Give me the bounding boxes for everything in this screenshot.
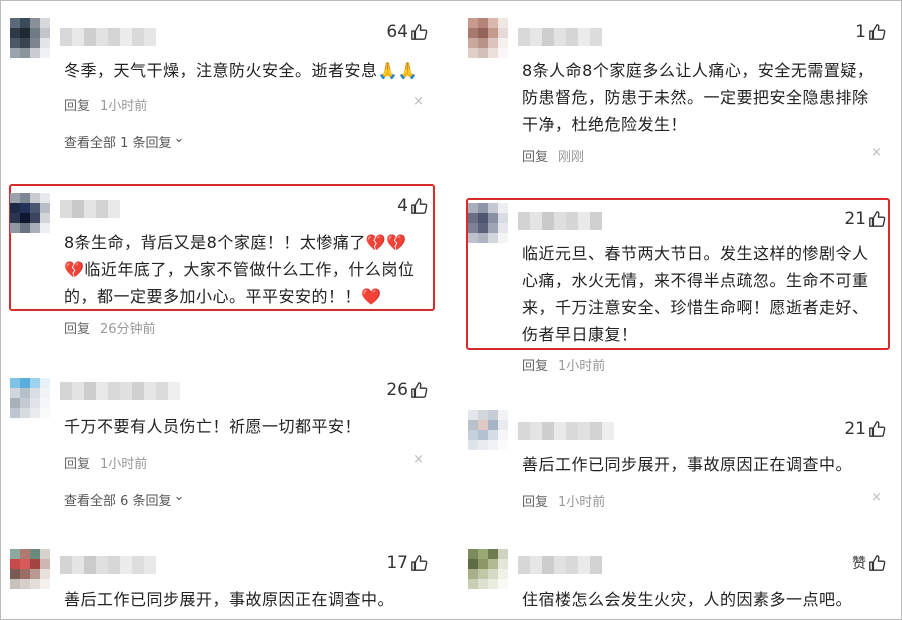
avatar[interactable] <box>468 549 508 589</box>
broken-heart-icon: 💔 <box>64 260 85 279</box>
like-count: 4 <box>397 196 408 216</box>
avatar[interactable] <box>10 18 50 58</box>
expand-replies-label: 查看全部 6 条回复 <box>64 494 172 509</box>
chevron-down-icon: ⌄ <box>173 489 185 504</box>
comment-text: 住宿楼怎么会发生火灾，人的因素多一点吧。 <box>522 590 853 609</box>
comment-meta: 回复 1小时前 <box>522 491 605 510</box>
thumbs-up-icon <box>869 24 886 40</box>
avatar[interactable] <box>468 18 508 58</box>
username[interactable] <box>518 212 602 230</box>
comment-text: 8条生命，背后又是8个家庭！！太惨痛了💔💔💔临近年底了，大家不管做什么工作，什么… <box>64 229 424 310</box>
avatar[interactable] <box>10 378 50 418</box>
avatar[interactable] <box>468 203 508 243</box>
comment-meta: 回复 1小时前 <box>64 453 147 472</box>
thumbs-up-icon <box>411 382 428 398</box>
comment-meta: 回复 1小时前 <box>64 95 147 114</box>
avatar[interactable] <box>10 193 50 233</box>
close-icon[interactable]: × <box>413 94 424 109</box>
username[interactable] <box>60 382 180 400</box>
expand-replies-link[interactable]: 查看全部 6 条回复 ⌄ <box>64 489 185 509</box>
avatar[interactable] <box>468 410 508 450</box>
like-label: 赞 <box>852 556 866 572</box>
username[interactable] <box>60 200 120 218</box>
comment-text: 善后工作已同步展开，事故原因正在调查中。 <box>522 455 853 474</box>
comment-text: 善后工作已同步展开，事故原因正在调查中。 <box>64 590 395 609</box>
thumbs-up-icon <box>411 24 428 40</box>
broken-heart-icon: 💔💔 <box>365 233 407 252</box>
username[interactable] <box>518 556 602 574</box>
like-count: 17 <box>386 553 408 573</box>
comment-meta: 回复 26分钟前 <box>64 318 156 337</box>
thumbs-up-icon <box>869 211 886 227</box>
expand-replies-label: 查看全部 1 条回复 <box>64 136 172 151</box>
like-button[interactable]: 64 <box>386 22 428 42</box>
like-button[interactable]: 4 <box>397 196 428 216</box>
like-count: 21 <box>844 209 866 229</box>
reply-button[interactable]: 回复 <box>522 355 548 374</box>
comment-time: 1小时前 <box>558 495 606 510</box>
thumbs-up-icon <box>411 555 428 571</box>
like-button[interactable]: 17 <box>386 553 428 573</box>
like-button[interactable]: 26 <box>386 380 428 400</box>
thumbs-up-icon <box>869 421 886 437</box>
comment-text-segment: 8条生命，背后又是8个家庭！！太惨痛了 <box>64 233 366 252</box>
comment-time: 1小时前 <box>100 99 148 114</box>
like-count: 64 <box>386 22 408 42</box>
avatar[interactable] <box>10 549 50 589</box>
thumbs-up-icon <box>411 198 428 214</box>
like-count: 26 <box>386 380 408 400</box>
close-icon[interactable]: × <box>871 145 882 160</box>
heart-icon: ❤️ <box>361 287 382 306</box>
comment-text: 千万不要有人员伤亡！祈愿一切都平安！ <box>64 417 362 436</box>
like-count: 21 <box>844 419 866 439</box>
like-button[interactable]: 21 <box>844 419 886 439</box>
comment-time: 26分钟前 <box>100 322 156 337</box>
username[interactable] <box>60 556 156 574</box>
comment-column-right: 1 8条人命8个家庭多么让人痛心，安全无需置疑，防患督危，防患于未然。一定要把安… <box>458 0 898 620</box>
reply-button[interactable]: 回复 <box>522 491 548 510</box>
like-button[interactable]: 1 <box>855 22 886 42</box>
like-count: 1 <box>855 22 866 42</box>
close-icon[interactable]: × <box>413 452 424 467</box>
comment-meta: 回复 1小时前 <box>522 355 605 374</box>
thumbs-up-icon <box>869 555 886 571</box>
comment-time: 1小时前 <box>100 457 148 472</box>
comment-column-left: 64 冬季，天气干燥，注意防火安全。逝者安息🙏🙏 回复 1小时前 × 查看全部 … <box>0 0 440 620</box>
comment-time: 刚刚 <box>558 150 585 165</box>
reply-button[interactable]: 回复 <box>64 318 90 337</box>
reply-button[interactable]: 回复 <box>522 146 548 165</box>
like-button[interactable]: 21 <box>844 209 886 229</box>
like-button[interactable]: 赞 <box>852 553 886 573</box>
comment-time: 1小时前 <box>558 359 606 374</box>
comment-text: 8条人命8个家庭多么让人痛心，安全无需置疑，防患督危，防患于未然。一定要把安全隐… <box>522 61 874 134</box>
close-icon[interactable]: × <box>871 490 882 505</box>
comment-text: 冬季，天气干燥，注意防火安全。逝者安息🙏🙏 <box>64 61 419 80</box>
chevron-down-icon: ⌄ <box>173 131 185 146</box>
username[interactable] <box>60 28 156 46</box>
expand-replies-link[interactable]: 查看全部 1 条回复 ⌄ <box>64 131 185 151</box>
username[interactable] <box>518 422 614 440</box>
username[interactable] <box>518 28 602 46</box>
comment-text: 临近元旦、春节两大节日。发生这样的惨剧令人心痛，水火无情，来不得半点疏忽。生命不… <box>522 244 869 344</box>
reply-button[interactable]: 回复 <box>64 95 90 114</box>
reply-button[interactable]: 回复 <box>64 453 90 472</box>
comment-meta: 回复 刚刚 <box>522 146 584 165</box>
